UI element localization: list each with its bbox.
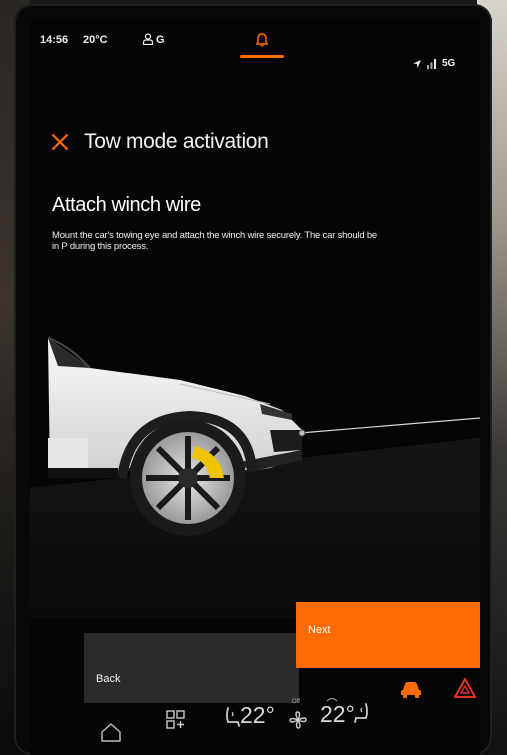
next-button-label: Next — [308, 624, 331, 636]
bell-icon — [256, 33, 268, 47]
car-icon[interactable] — [400, 680, 422, 698]
signal-icon — [427, 59, 436, 69]
navigation-arrow-icon — [413, 60, 421, 68]
network-type: 5G — [442, 58, 456, 69]
apps-icon[interactable] — [166, 710, 186, 730]
close-icon[interactable] — [50, 132, 70, 152]
left-temperature[interactable]: 22° — [240, 702, 275, 729]
winch-wire — [299, 417, 480, 434]
clock: 14:56 — [40, 34, 69, 46]
home-icon[interactable] — [100, 722, 122, 742]
outside-temperature: 20°C — [83, 34, 108, 46]
touchscreen: 14:56 20°C G 5G Tow mode activation Atta… — [30, 18, 480, 755]
right-temperature[interactable]: 22° — [320, 701, 355, 728]
fan-status: Off — [292, 699, 300, 705]
user-profile-label[interactable]: G — [156, 34, 165, 46]
status-bar: 14:56 20°C G 5G — [30, 18, 480, 69]
towing-illustration — [30, 337, 480, 618]
active-tab-indicator — [240, 55, 284, 58]
page-title: Tow mode activation — [84, 130, 269, 153]
notification-tab[interactable] — [240, 28, 284, 58]
step-title: Attach winch wire — [52, 194, 201, 216]
climate-dock: 22° Off 22° — [30, 698, 480, 755]
next-button[interactable]: Next — [296, 602, 480, 668]
back-button-label: Back — [96, 673, 121, 685]
hazard-icon[interactable] — [454, 678, 476, 698]
step-description: Mount the car's towing eye and attach th… — [52, 230, 378, 252]
user-icon[interactable] — [142, 33, 154, 45]
fan-icon[interactable] — [288, 710, 308, 730]
back-button[interactable]: Back — [84, 633, 299, 703]
seat-heat-right-icon[interactable] — [352, 702, 370, 724]
